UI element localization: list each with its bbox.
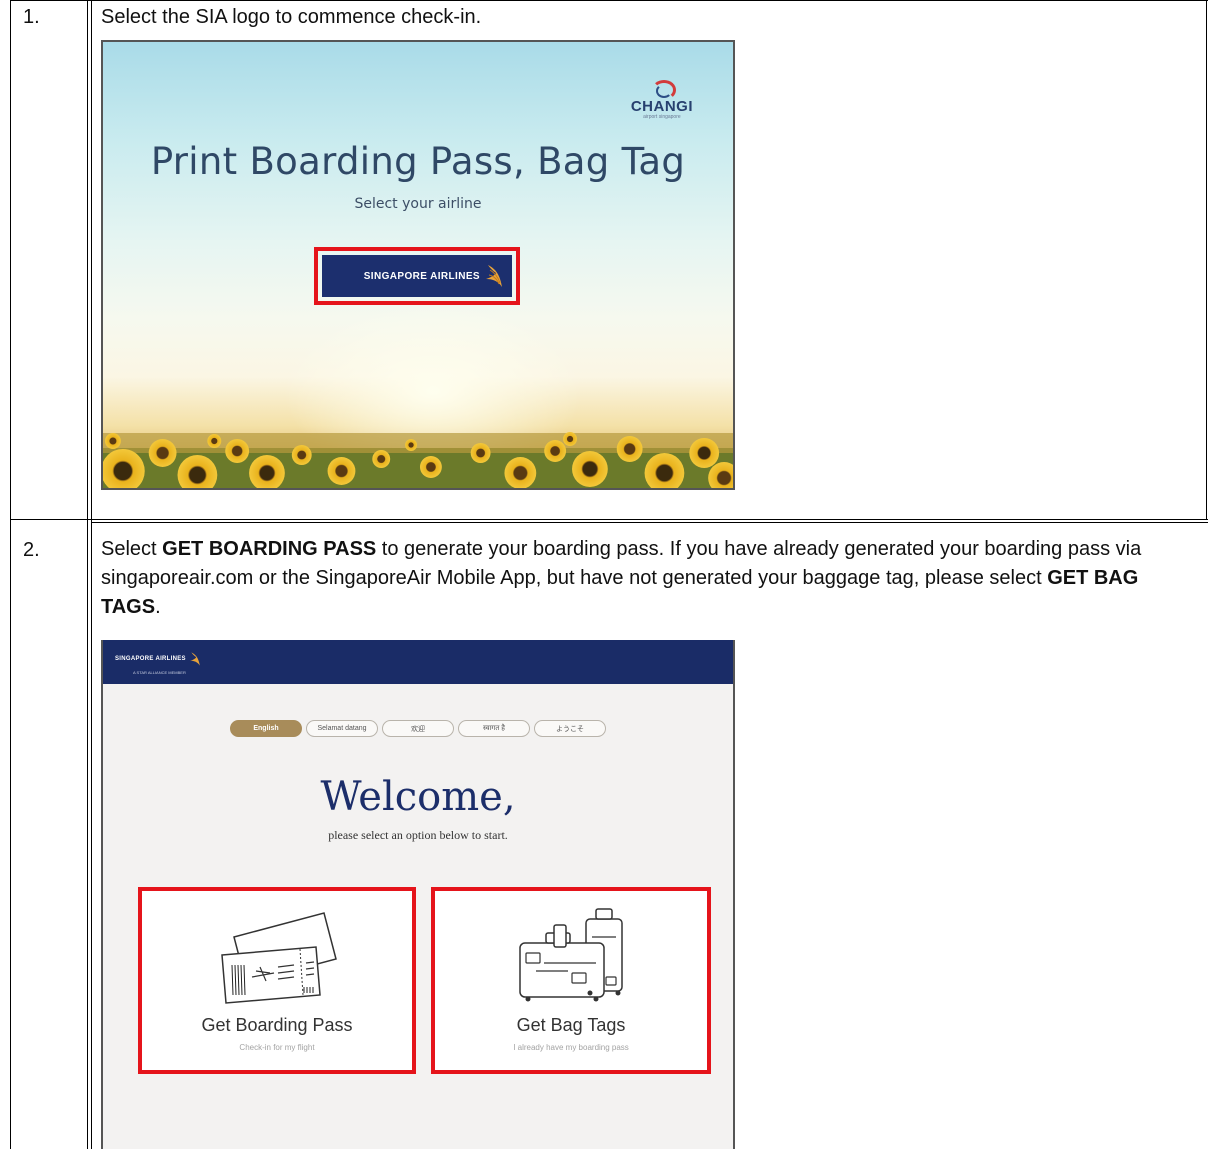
table-row-divider [10,519,1208,520]
changi-brand: CHANGI [630,98,693,115]
sia-logo-text: SINGAPORE AIRLINES [363,270,480,282]
language-english[interactable]: English [230,720,302,737]
sia-kiosk-screenshot: SINGAPORE AIRLINES A STAR ALLIANCE MEMBE… [101,640,735,1149]
header-alliance: A STAR ALLIANCE MEMBER [133,670,186,675]
instruction-text: Select [101,538,163,560]
sia-header: SINGAPORE AIRLINES A STAR ALLIANCE MEMBE… [103,640,733,684]
instruction-emphasis: GET BOARDING PASS [162,538,377,560]
table-row-divider-inner [91,522,1208,523]
language-malay[interactable]: Selamat datang [306,720,378,737]
language-japanese[interactable]: ようこそ [534,720,606,737]
table-border-left [10,0,11,1149]
welcome-title: Welcome, [320,774,516,820]
option-subtitle: Check-in for my flight [239,1043,315,1052]
get-bag-tags-button[interactable]: Get Bag Tags I already have my boarding … [431,887,711,1074]
step-instruction: Select GET BOARDING PASS to generate you… [101,535,1191,622]
table-column-divider [87,0,88,1149]
language-hindi[interactable]: स्वागत है [458,720,530,737]
sunflower-field [103,432,733,488]
get-boarding-pass-button[interactable]: Get Boarding Pass Check-in for my flight [138,887,416,1074]
header-logo: SINGAPORE AIRLINES [115,651,201,667]
language-selector: English Selamat datang 欢迎 स्वागत है ようこそ [103,720,733,737]
luggage-icon [519,908,623,1002]
step-instruction: Select the SIA logo to commence check-in… [101,6,482,28]
changi-kiosk-screenshot: CHANGI airport singapore Print Boarding … [101,40,735,490]
sia-bird-icon [190,652,200,666]
changi-swirl-icon [650,80,676,100]
table-border-right [1206,0,1207,520]
option-title: Get Boarding Pass [201,1015,353,1035]
sia-logo-button[interactable]: SINGAPORE AIRLINES [314,247,520,305]
instruction-text: . [155,596,161,618]
table-border-top [10,0,1208,1]
kiosk-subtitle: Select your airline [354,196,482,212]
welcome-subtitle: please select an option below to start. [328,828,508,842]
step-number: 2. [23,539,40,561]
sia-logo[interactable]: SINGAPORE AIRLINES [322,255,512,297]
boarding-pass-icon [221,912,337,1004]
option-subtitle: I already have my boarding pass [513,1043,629,1052]
changi-logo: CHANGI airport singapore [631,80,693,120]
sia-bird-icon [486,265,502,287]
step-number: 1. [23,6,40,28]
option-title: Get Bag Tags [516,1015,626,1035]
language-chinese[interactable]: 欢迎 [382,720,454,737]
header-logo-text: SINGAPORE AIRLINES [115,656,186,662]
table-column-divider-inner [91,0,92,1149]
kiosk-title: Print Boarding Pass, Bag Tag [150,140,686,183]
